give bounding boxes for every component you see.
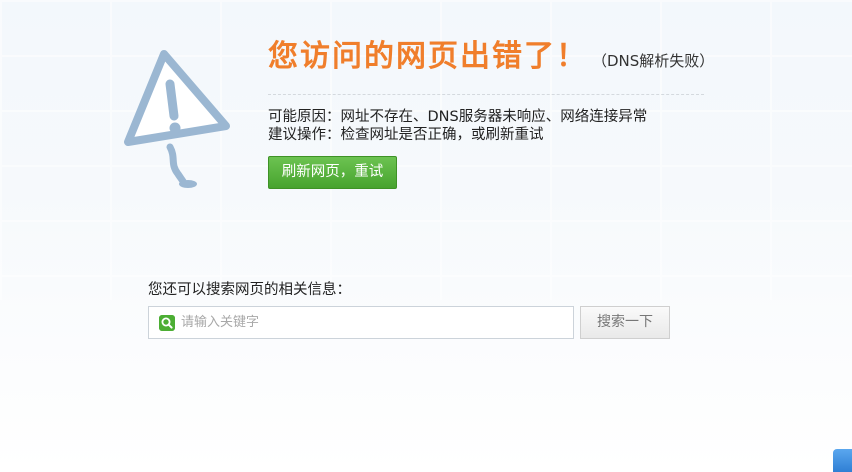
search-input[interactable] [181,307,569,338]
error-reasons: 可能原因：网址不存在、DNS服务器未响应、网络连接异常 建议操作：检查网址是否正… [268,108,647,144]
search-button[interactable]: 搜索一下 [580,306,670,339]
download-corner-icon[interactable] [833,449,852,472]
divider [268,94,704,95]
search-prompt: 您还可以搜索网页的相关信息： [148,282,351,298]
reason-line: 可能原因：网址不存在、DNS服务器未响应、网络连接异常 [268,109,648,125]
error-header: 您访问的网页出错了！ （DNS解析失败） [268,38,714,76]
suggestion-line: 建议操作：检查网址是否正确，或刷新重试 [268,127,544,143]
refresh-button[interactable]: 刷新网页，重试 [268,156,397,189]
error-subtitle: （DNS解析失败） [592,52,715,70]
error-title: 您访问的网页出错了！ [268,39,588,74]
search-field[interactable] [148,306,574,339]
search-icon [159,315,175,331]
warning-sign-icon [124,50,230,188]
